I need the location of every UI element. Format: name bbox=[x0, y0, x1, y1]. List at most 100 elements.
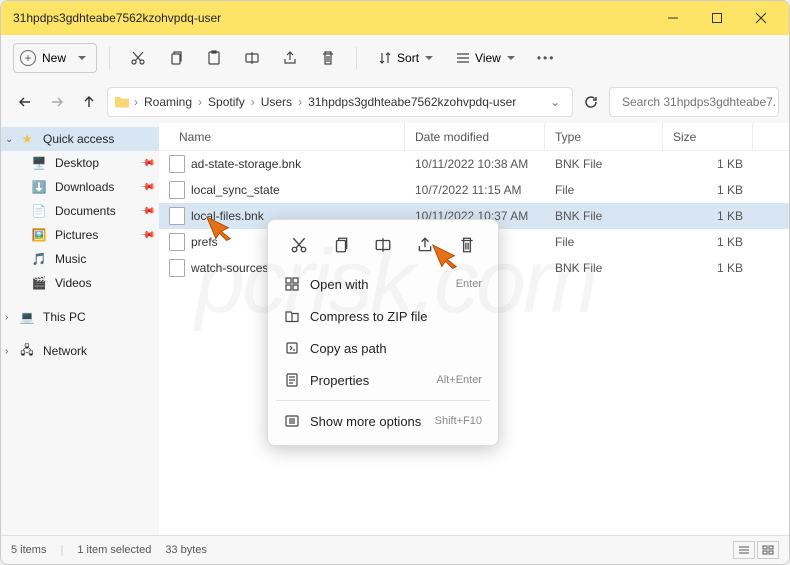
sidebar-quick-access[interactable]: ⌄ ★ Quick access bbox=[1, 127, 159, 151]
col-size[interactable]: Size bbox=[663, 123, 753, 150]
file-type: BNK File bbox=[545, 261, 663, 275]
search-input[interactable] bbox=[622, 95, 777, 109]
sort-button[interactable]: Sort bbox=[369, 43, 441, 73]
pictures-icon: 🖼️ bbox=[31, 227, 47, 243]
share-button[interactable] bbox=[274, 43, 306, 73]
chevron-right-icon: › bbox=[294, 95, 306, 109]
up-button[interactable] bbox=[75, 88, 103, 116]
file-icon bbox=[169, 259, 185, 277]
downloads-icon: ⬇️ bbox=[31, 179, 47, 195]
file-date: 10/7/2022 11:15 AM bbox=[405, 183, 545, 197]
sidebar-item-pictures[interactable]: 🖼️Pictures📌 bbox=[1, 223, 159, 247]
breadcrumb-item[interactable]: 31hpdps3gdhteabe7562kzohvpdq-user bbox=[306, 95, 518, 109]
file-size: 1 KB bbox=[663, 261, 753, 275]
open-with-icon bbox=[284, 276, 300, 292]
rename-button[interactable] bbox=[236, 43, 268, 73]
menu-separator bbox=[276, 400, 490, 401]
file-type: BNK File bbox=[545, 209, 663, 223]
ctx-cut-button[interactable] bbox=[284, 230, 314, 260]
delete-button[interactable] bbox=[312, 43, 344, 73]
address-bar[interactable]: › Roaming › Spotify › Users › 31hpdps3gd… bbox=[107, 87, 573, 117]
quick-access-label: Quick access bbox=[43, 132, 114, 146]
col-name[interactable]: Name bbox=[159, 123, 405, 150]
file-icon bbox=[169, 207, 185, 225]
chevron-right-icon: › bbox=[194, 95, 206, 109]
more-button[interactable]: ••• bbox=[529, 43, 564, 73]
refresh-button[interactable] bbox=[577, 88, 605, 116]
status-bar: 5 items | 1 item selected 33 bytes bbox=[1, 535, 789, 563]
file-type: File bbox=[545, 235, 663, 249]
sidebar-item-desktop[interactable]: 🖥️Desktop📌 bbox=[1, 151, 159, 175]
file-row[interactable]: local_sync_state 10/7/2022 11:15 AMFile1 … bbox=[159, 177, 789, 203]
ctx-rename-button[interactable] bbox=[368, 230, 398, 260]
sidebar: ⌄ ★ Quick access 🖥️Desktop📌 ⬇️Downloads📌… bbox=[1, 123, 159, 535]
new-button[interactable]: + New bbox=[13, 43, 97, 73]
copy-button[interactable] bbox=[160, 43, 192, 73]
sidebar-item-videos[interactable]: 🎬Videos bbox=[1, 271, 159, 295]
minimize-button[interactable] bbox=[651, 3, 695, 33]
col-type[interactable]: Type bbox=[545, 123, 663, 150]
maximize-button[interactable] bbox=[695, 3, 739, 33]
pc-icon: 💻 bbox=[19, 309, 35, 325]
chevron-down-icon: ⌄ bbox=[5, 134, 13, 145]
search-box[interactable] bbox=[609, 87, 779, 117]
chevron-right-icon: › bbox=[5, 312, 8, 323]
sidebar-item-music[interactable]: 🎵Music bbox=[1, 247, 159, 271]
breadcrumb-item[interactable]: Spotify bbox=[206, 95, 247, 109]
status-count: 5 items bbox=[11, 544, 46, 556]
file-name: local_sync_state bbox=[191, 183, 280, 197]
ctx-copy-button[interactable] bbox=[326, 230, 356, 260]
more-icon bbox=[284, 413, 300, 429]
nav-bar: › Roaming › Spotify › Users › 31hpdps3gd… bbox=[1, 81, 789, 123]
cut-button[interactable] bbox=[122, 43, 154, 73]
title-bar: 31hpdps3gdhteabe7562kzohvpdq-user bbox=[1, 1, 789, 35]
ctx-properties[interactable]: Properties Alt+Enter bbox=[274, 364, 492, 396]
ctx-show-more[interactable]: Show more options Shift+F10 bbox=[274, 405, 492, 437]
paste-button[interactable] bbox=[198, 43, 230, 73]
sidebar-network[interactable]: ›🖧Network bbox=[1, 339, 159, 363]
ctx-copy-path[interactable]: Copy as path bbox=[274, 332, 492, 364]
toolbar: + New Sort View ••• bbox=[1, 35, 789, 81]
file-icon bbox=[169, 181, 185, 199]
documents-icon: 📄 bbox=[31, 203, 47, 219]
file-row[interactable]: ad-state-storage.bnk10/11/2022 10:38 AMB… bbox=[159, 151, 789, 177]
details-view-button[interactable] bbox=[733, 541, 755, 559]
view-label: View bbox=[475, 51, 501, 65]
breadcrumb-item[interactable]: Users bbox=[259, 95, 294, 109]
file-icon bbox=[169, 233, 185, 251]
ctx-compress[interactable]: Compress to ZIP file bbox=[274, 300, 492, 332]
file-name: ad-state-storage.bnk bbox=[191, 157, 301, 171]
sidebar-item-downloads[interactable]: ⬇️Downloads📌 bbox=[1, 175, 159, 199]
sidebar-item-documents[interactable]: 📄Documents📌 bbox=[1, 199, 159, 223]
ctx-open-with[interactable]: Open with Enter bbox=[274, 268, 492, 300]
pin-icon: 📌 bbox=[138, 227, 155, 244]
file-size: 1 KB bbox=[663, 235, 753, 249]
back-button[interactable] bbox=[11, 88, 39, 116]
file-type: BNK File bbox=[545, 157, 663, 171]
close-button[interactable] bbox=[739, 3, 783, 33]
chevron-right-icon: › bbox=[130, 95, 142, 109]
network-icon: 🖧 bbox=[19, 343, 35, 359]
large-icons-view-button[interactable] bbox=[757, 541, 779, 559]
explorer-window: 31hpdps3gdhteabe7562kzohvpdq-user + New … bbox=[0, 0, 790, 565]
annotation-arrow-icon bbox=[205, 211, 241, 241]
chevron-down-icon[interactable]: ⌄ bbox=[544, 95, 566, 109]
zip-icon bbox=[284, 308, 300, 324]
pin-icon: 📌 bbox=[138, 179, 155, 196]
file-size: 1 KB bbox=[663, 183, 753, 197]
separator bbox=[356, 47, 357, 69]
forward-button[interactable] bbox=[43, 88, 71, 116]
separator bbox=[109, 47, 110, 69]
videos-icon: 🎬 bbox=[31, 275, 47, 291]
view-button[interactable]: View bbox=[447, 43, 523, 73]
chevron-right-icon: › bbox=[247, 95, 259, 109]
sidebar-this-pc[interactable]: ›💻This PC bbox=[1, 305, 159, 329]
copy-path-icon bbox=[284, 340, 300, 356]
file-type: File bbox=[545, 183, 663, 197]
new-label: New bbox=[42, 51, 66, 65]
col-date[interactable]: Date modified bbox=[405, 123, 545, 150]
music-icon: 🎵 bbox=[31, 251, 47, 267]
breadcrumb-item[interactable]: Roaming bbox=[142, 95, 194, 109]
annotation-arrow-icon bbox=[431, 239, 467, 269]
window-title: 31hpdps3gdhteabe7562kzohvpdq-user bbox=[13, 11, 651, 25]
